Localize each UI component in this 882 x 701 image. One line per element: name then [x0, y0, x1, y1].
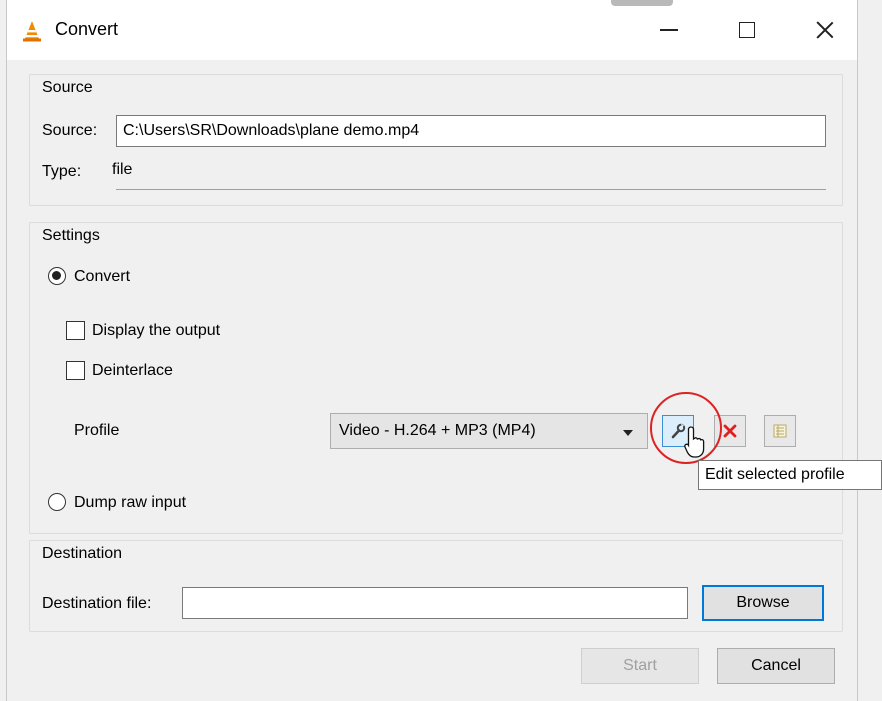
- source-group: Source Source: C:\Users\SR\Downloads\pla…: [29, 74, 843, 206]
- cancel-button[interactable]: Cancel: [717, 648, 835, 684]
- profile-select[interactable]: Video - H.264 + MP3 (MP4): [330, 413, 648, 449]
- minimize-button[interactable]: [641, 0, 697, 60]
- mouse-cursor-icon: [684, 426, 705, 458]
- browse-button[interactable]: Browse: [702, 585, 824, 621]
- vlc-cone-icon: [23, 21, 41, 42]
- window-title: Convert: [55, 19, 119, 39]
- source-group-title: Source: [42, 79, 93, 96]
- type-label: Type:: [42, 163, 82, 180]
- minimize-icon: [660, 29, 678, 31]
- close-icon: [816, 21, 834, 39]
- profile-label: Profile: [74, 422, 120, 439]
- chevron-down-icon: [623, 430, 633, 436]
- destination-file-field[interactable]: [182, 587, 688, 619]
- deinterlace-label[interactable]: Deinterlace: [92, 362, 173, 380]
- source-field[interactable]: C:\Users\SR\Downloads\plane demo.mp4: [116, 115, 826, 147]
- dump-raw-label[interactable]: Dump raw input: [74, 494, 186, 512]
- tooltip: Edit selected profile: [698, 460, 882, 490]
- convert-label[interactable]: Convert: [74, 268, 130, 286]
- settings-group-title: Settings: [42, 227, 100, 244]
- maximize-icon: [739, 22, 755, 38]
- profile-select-value: Video - H.264 + MP3 (MP4): [339, 422, 536, 439]
- destination-file-label: Destination file:: [42, 595, 152, 612]
- new-profile-button[interactable]: [764, 415, 796, 447]
- dump-raw-radio[interactable]: [48, 493, 66, 511]
- delete-icon: [723, 424, 737, 438]
- convert-radio[interactable]: [48, 267, 66, 285]
- convert-dialog: Convert Source Source: C:\Users\SR\Downl…: [6, 0, 858, 701]
- close-button[interactable]: [797, 0, 853, 60]
- destination-group-title: Destination: [42, 545, 123, 562]
- start-button[interactable]: Start: [581, 648, 699, 684]
- radio-selected-dot: [52, 271, 61, 280]
- destination-group: Destination Destination file: Browse: [29, 540, 843, 632]
- title-bar[interactable]: Convert: [7, 0, 857, 60]
- new-profile-icon: [773, 424, 787, 438]
- type-value: file: [112, 161, 133, 178]
- maximize-button[interactable]: [719, 0, 775, 60]
- display-output-label[interactable]: Display the output: [92, 322, 220, 340]
- source-label: Source:: [42, 122, 98, 139]
- source-separator: [116, 189, 826, 190]
- deinterlace-checkbox[interactable]: [66, 361, 85, 380]
- display-output-checkbox[interactable]: [66, 321, 85, 340]
